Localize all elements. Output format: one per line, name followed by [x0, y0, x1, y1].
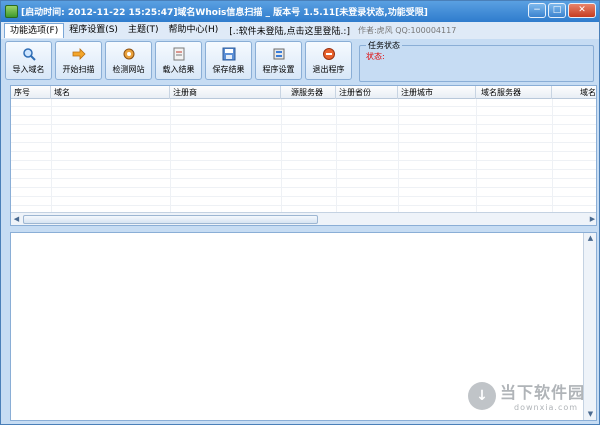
table-row [11, 198, 596, 206]
document-icon [172, 47, 186, 61]
program-settings-button[interactable]: 程序设置 [255, 41, 302, 80]
status-label: 状态: [366, 52, 385, 61]
column-header-domain[interactable]: 域名 [51, 86, 170, 99]
menu-help-center[interactable]: 帮助中心(H) [163, 23, 223, 38]
table-row [11, 171, 596, 179]
table-row [11, 126, 596, 134]
table-row [11, 108, 596, 116]
exit-program-label: 退出程序 [312, 64, 345, 74]
table-header: 序号 域名 注册商 源服务器 注册省份 注册城市 域名服务器 域名 [11, 86, 596, 99]
table-row [11, 135, 596, 143]
stop-icon [322, 47, 336, 61]
column-header-province[interactable]: 注册省份 [336, 86, 398, 99]
column-header-registrar[interactable]: 注册商 [170, 86, 281, 99]
scroll-down-icon[interactable]: ▼ [585, 409, 596, 420]
save-results-label: 保存结果 [212, 64, 245, 74]
title-bar[interactable]: [启动时间: 2012-11-22 15:25:47]域名Whois信息扫描 _… [1, 1, 599, 22]
scroll-right-icon[interactable]: ▶ [587, 214, 596, 225]
column-header-city[interactable]: 注册城市 [398, 86, 476, 99]
app-icon [5, 5, 18, 18]
task-status-group: 任务状态 状态: [359, 40, 594, 82]
check-website-label: 检测网站 [112, 64, 145, 74]
horizontal-scrollbar[interactable]: ◀ ▶ [11, 212, 596, 225]
table-row [11, 144, 596, 152]
horizontal-scroll-thumb[interactable] [23, 215, 318, 224]
results-table[interactable]: 序号 域名 注册商 源服务器 注册省份 注册城市 域名服务器 域名 ◀ ▶ [10, 85, 597, 226]
maximize-button[interactable]: □ [548, 3, 566, 18]
watermark: ↓ 当下软件园 downxia.com [467, 379, 585, 412]
menu-program-settings[interactable]: 程序设置(S) [64, 23, 123, 38]
toolbar: 导入域名 开始扫描 检测网站 载入结果 保存结果 程序设置 退出程序 [5, 41, 356, 82]
column-header-source-server[interactable]: 源服务器 [281, 86, 336, 99]
import-domains-label: 导入域名 [12, 64, 45, 74]
table-row [11, 162, 596, 170]
close-button[interactable]: ✕ [568, 3, 596, 18]
start-scan-button[interactable]: 开始扫描 [55, 41, 102, 80]
login-link[interactable]: [.:软件未登陆,点击这里登陆.:] [229, 24, 350, 37]
column-header-name-server[interactable]: 域名服务器 [476, 86, 552, 99]
table-row [11, 180, 596, 188]
column-header-index[interactable]: 序号 [11, 86, 51, 99]
magnifier-icon [22, 47, 36, 61]
check-website-button[interactable]: 检测网站 [105, 41, 152, 80]
scroll-left-icon[interactable]: ◀ [11, 214, 22, 225]
watermark-sub: downxia.com [513, 403, 579, 412]
save-icon [222, 47, 236, 61]
table-row [11, 117, 596, 125]
table-row [11, 99, 596, 107]
gear-icon [122, 47, 136, 61]
minimize-button[interactable]: − [528, 3, 546, 18]
app-window: [启动时间: 2012-11-22 15:25:47]域名Whois信息扫描 _… [0, 0, 600, 425]
author-info: 作者:虎风 QQ:100004117 [357, 26, 457, 35]
menu-theme[interactable]: 主题(T) [123, 23, 164, 38]
watermark-main: 当下软件园 [499, 383, 585, 402]
load-results-button[interactable]: 载入结果 [155, 41, 202, 80]
save-results-button[interactable]: 保存结果 [205, 41, 252, 80]
menu-bar: 功能选项(F) 程序设置(S) 主题(T) 帮助中心(H) [.:软件未登陆,点… [1, 22, 599, 39]
table-row [11, 153, 596, 161]
download-arrow-icon: ↓ [467, 381, 496, 410]
window-controls: − □ ✕ [528, 3, 596, 18]
import-domains-button[interactable]: 导入域名 [5, 41, 52, 80]
arrow-right-icon [72, 47, 86, 61]
task-status-legend: 任务状态 [366, 40, 402, 51]
table-row [11, 189, 596, 197]
exit-program-button[interactable]: 退出程序 [305, 41, 352, 80]
load-results-label: 载入结果 [162, 64, 195, 74]
column-header-domain-extra[interactable]: 域名 [552, 86, 596, 99]
menu-function-options[interactable]: 功能选项(F) [4, 23, 65, 38]
scroll-up-icon[interactable]: ▲ [585, 233, 596, 244]
start-scan-label: 开始扫描 [62, 64, 95, 74]
window-title: [启动时间: 2012-11-22 15:25:47]域名Whois信息扫描 _… [21, 8, 428, 18]
program-settings-label: 程序设置 [262, 64, 295, 74]
settings-icon [272, 47, 286, 61]
